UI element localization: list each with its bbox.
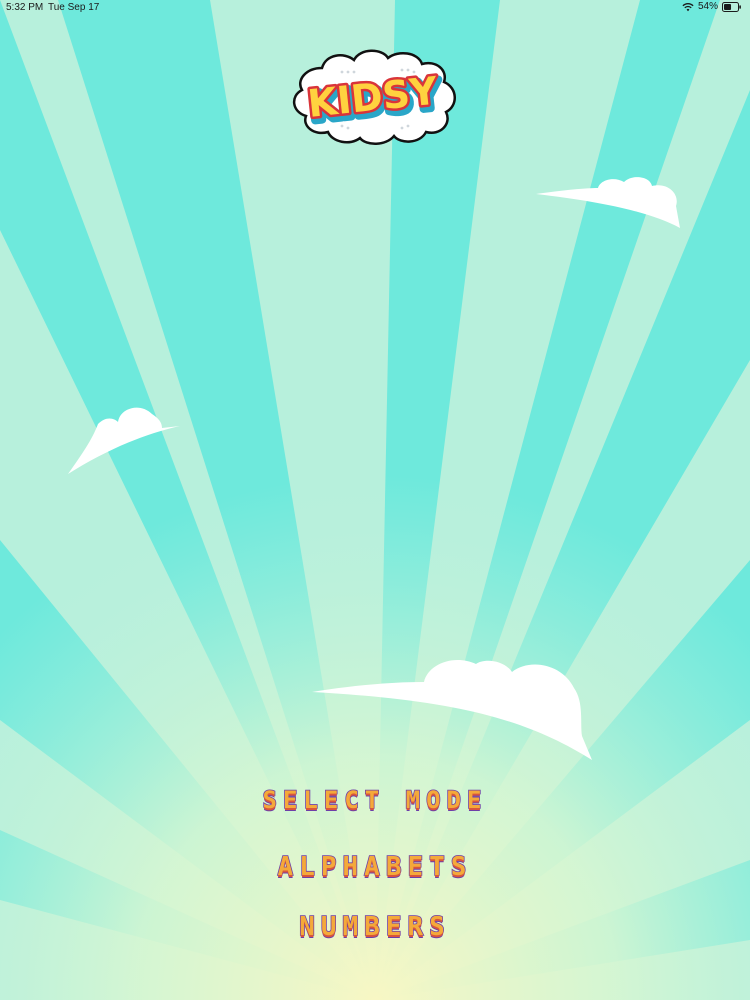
battery-icon	[722, 1, 741, 12]
battery-percent: 54%	[697, 1, 718, 12]
status-right-group: 54%	[682, 1, 742, 12]
game-screen: 5:32 PM Tue Sep 17 54% KIDSY KIDSY KIDSY…	[0, 0, 750, 1000]
battery-fill	[724, 3, 732, 10]
status-bar: 5:32 PM Tue Sep 17 54%	[0, 0, 750, 16]
cloud	[536, 177, 680, 228]
sunburst-background	[0, 0, 750, 1000]
cloud	[312, 660, 592, 760]
kidsy-logo: KIDSY KIDSY KIDSY	[293, 49, 456, 145]
status-date: Tue Sep 17	[48, 2, 100, 13]
numbers-button[interactable]: NUMBERS	[0, 911, 750, 943]
select-mode-title: SELECT MODE	[262, 785, 488, 815]
status-time: 5:32 PM	[6, 2, 44, 13]
alphabets-button[interactable]: ALPHABETS	[0, 851, 750, 883]
cloud	[68, 407, 180, 474]
sun-glow	[0, 0, 750, 1000]
wifi-icon	[682, 2, 694, 11]
